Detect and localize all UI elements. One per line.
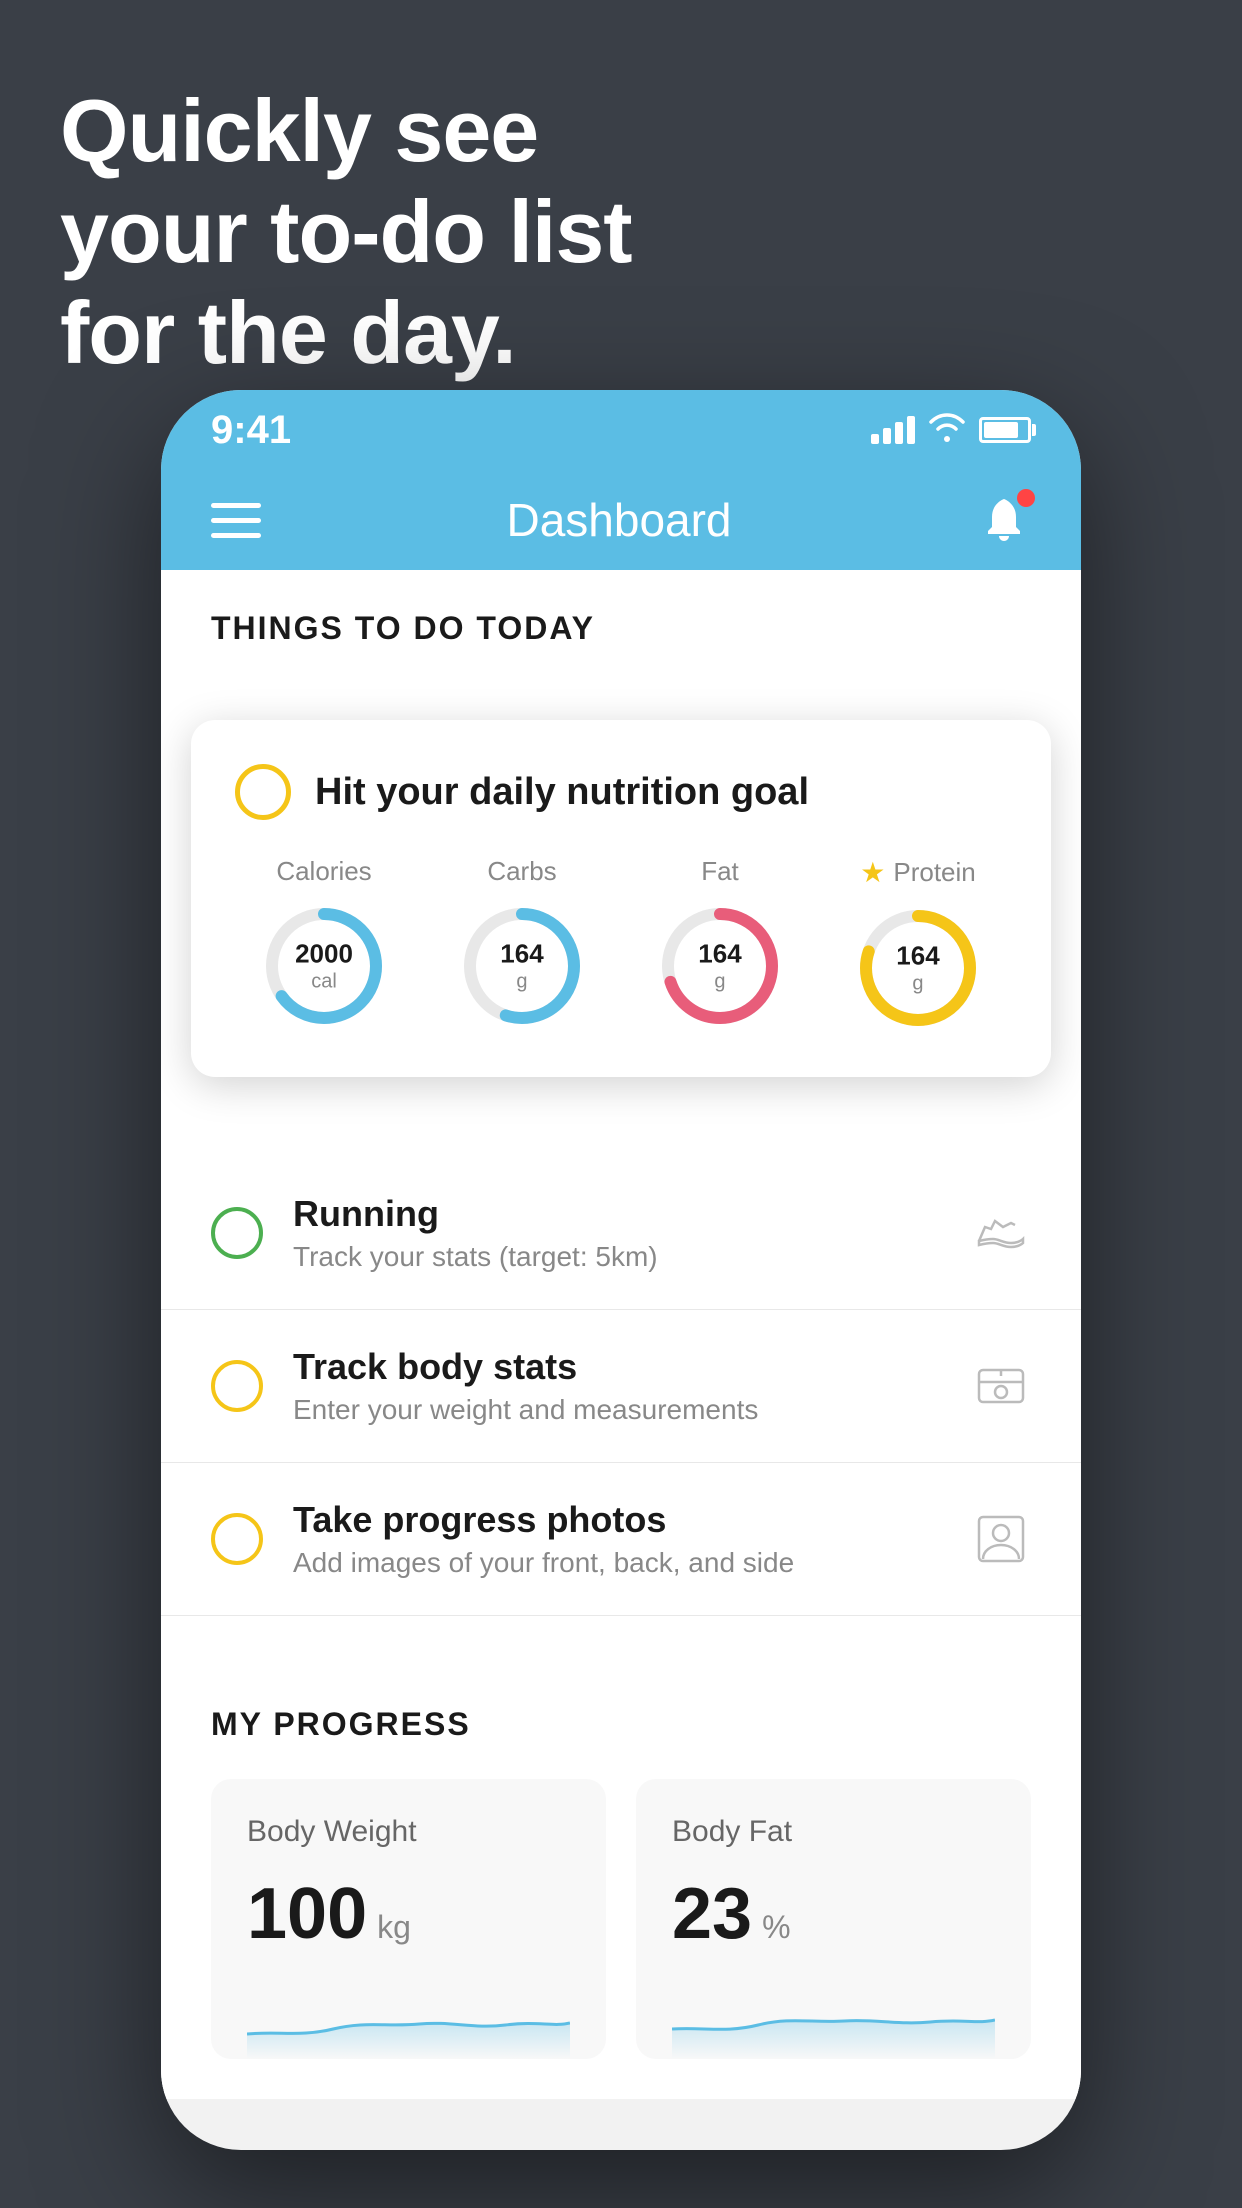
calories-donut: 2000 cal bbox=[259, 901, 389, 1031]
things-to-do-header: THINGS TO DO TODAY bbox=[161, 570, 1081, 667]
protein-metric: ★ Protein 164 g bbox=[853, 856, 983, 1033]
body-weight-chart bbox=[247, 1979, 570, 2059]
status-time: 9:41 bbox=[211, 408, 291, 453]
protein-unit: g bbox=[896, 972, 939, 996]
carbs-label: Carbs bbox=[487, 856, 556, 887]
body-fat-value-container: 23 % bbox=[672, 1873, 995, 1955]
body-weight-card: Body Weight 100 kg bbox=[211, 1779, 606, 2059]
todo-circle-body-stats bbox=[211, 1360, 263, 1412]
todo-item-photos[interactable]: Take progress photos Add images of your … bbox=[161, 1463, 1081, 1616]
body-weight-number: 100 bbox=[247, 1873, 367, 1955]
todo-subtitle-photos: Add images of your front, back, and side bbox=[293, 1547, 941, 1579]
protein-label: ★ Protein bbox=[860, 856, 976, 889]
todo-subtitle-body-stats: Enter your weight and measurements bbox=[293, 1394, 941, 1426]
progress-header: MY PROGRESS bbox=[211, 1706, 1031, 1743]
todo-list: Running Track your stats (target: 5km) T… bbox=[161, 1157, 1081, 1616]
main-content: THINGS TO DO TODAY Hit your daily nutrit… bbox=[161, 570, 1081, 2099]
fat-donut: 164 g bbox=[655, 901, 785, 1031]
carbs-metric: Carbs 164 g bbox=[457, 856, 587, 1031]
status-icons bbox=[871, 409, 1031, 451]
nutrition-check-circle[interactable] bbox=[235, 764, 291, 820]
todo-title-photos: Take progress photos bbox=[293, 1499, 941, 1541]
todo-text-body-stats: Track body stats Enter your weight and m… bbox=[293, 1346, 941, 1426]
menu-button[interactable] bbox=[211, 503, 261, 538]
status-bar: 9:41 bbox=[161, 390, 1081, 470]
phone-frame: 9:41 Dashboard bbox=[161, 390, 1081, 2150]
nav-bar: Dashboard bbox=[161, 470, 1081, 570]
fat-unit: g bbox=[698, 970, 741, 994]
calories-metric: Calories 2000 cal bbox=[259, 856, 389, 1031]
body-weight-title: Body Weight bbox=[247, 1815, 570, 1849]
todo-item-running[interactable]: Running Track your stats (target: 5km) bbox=[161, 1157, 1081, 1310]
nutrition-card-header: Hit your daily nutrition goal bbox=[235, 764, 1007, 820]
scale-icon bbox=[971, 1356, 1031, 1416]
protein-value: 164 bbox=[896, 940, 939, 971]
person-icon bbox=[971, 1509, 1031, 1569]
todo-subtitle-running: Track your stats (target: 5km) bbox=[293, 1241, 941, 1273]
body-weight-unit: kg bbox=[377, 1909, 411, 1946]
notification-button[interactable] bbox=[977, 493, 1031, 547]
todo-title-body-stats: Track body stats bbox=[293, 1346, 941, 1388]
nutrition-title: Hit your daily nutrition goal bbox=[315, 771, 809, 814]
calories-unit: cal bbox=[295, 970, 353, 994]
progress-section: MY PROGRESS Body Weight 100 kg bbox=[161, 1656, 1081, 2099]
battery-icon bbox=[979, 417, 1031, 443]
nav-title: Dashboard bbox=[506, 493, 731, 547]
todo-title-running: Running bbox=[293, 1193, 941, 1235]
progress-cards: Body Weight 100 kg bbox=[211, 1779, 1031, 2059]
signal-icon bbox=[871, 416, 915, 444]
todo-text-running: Running Track your stats (target: 5km) bbox=[293, 1193, 941, 1273]
todo-text-photos: Take progress photos Add images of your … bbox=[293, 1499, 941, 1579]
fat-metric: Fat 164 g bbox=[655, 856, 785, 1031]
todo-circle-running bbox=[211, 1207, 263, 1259]
body-fat-chart bbox=[672, 1979, 995, 2059]
wifi-icon bbox=[927, 409, 967, 451]
headline: Quickly see your to-do list for the day. bbox=[60, 80, 632, 384]
calories-value: 2000 bbox=[295, 938, 353, 969]
todo-item-body-stats[interactable]: Track body stats Enter your weight and m… bbox=[161, 1310, 1081, 1463]
body-weight-value-container: 100 kg bbox=[247, 1873, 570, 1955]
protein-donut: 164 g bbox=[853, 903, 983, 1033]
body-fat-title: Body Fat bbox=[672, 1815, 995, 1849]
shoe-icon bbox=[971, 1203, 1031, 1263]
notification-badge bbox=[1017, 489, 1035, 507]
carbs-donut: 164 g bbox=[457, 901, 587, 1031]
fat-label: Fat bbox=[701, 856, 739, 887]
body-fat-number: 23 bbox=[672, 1873, 752, 1955]
nutrition-metrics: Calories 2000 cal C bbox=[235, 856, 1007, 1033]
carbs-unit: g bbox=[500, 970, 543, 994]
calories-label: Calories bbox=[276, 856, 371, 887]
body-fat-unit: % bbox=[762, 1909, 790, 1946]
todo-circle-photos bbox=[211, 1513, 263, 1565]
nutrition-card: Hit your daily nutrition goal Calories bbox=[191, 720, 1051, 1077]
star-icon: ★ bbox=[860, 856, 885, 889]
fat-value: 164 bbox=[698, 938, 741, 969]
body-fat-card: Body Fat 23 % bbox=[636, 1779, 1031, 2059]
carbs-value: 164 bbox=[500, 938, 543, 969]
